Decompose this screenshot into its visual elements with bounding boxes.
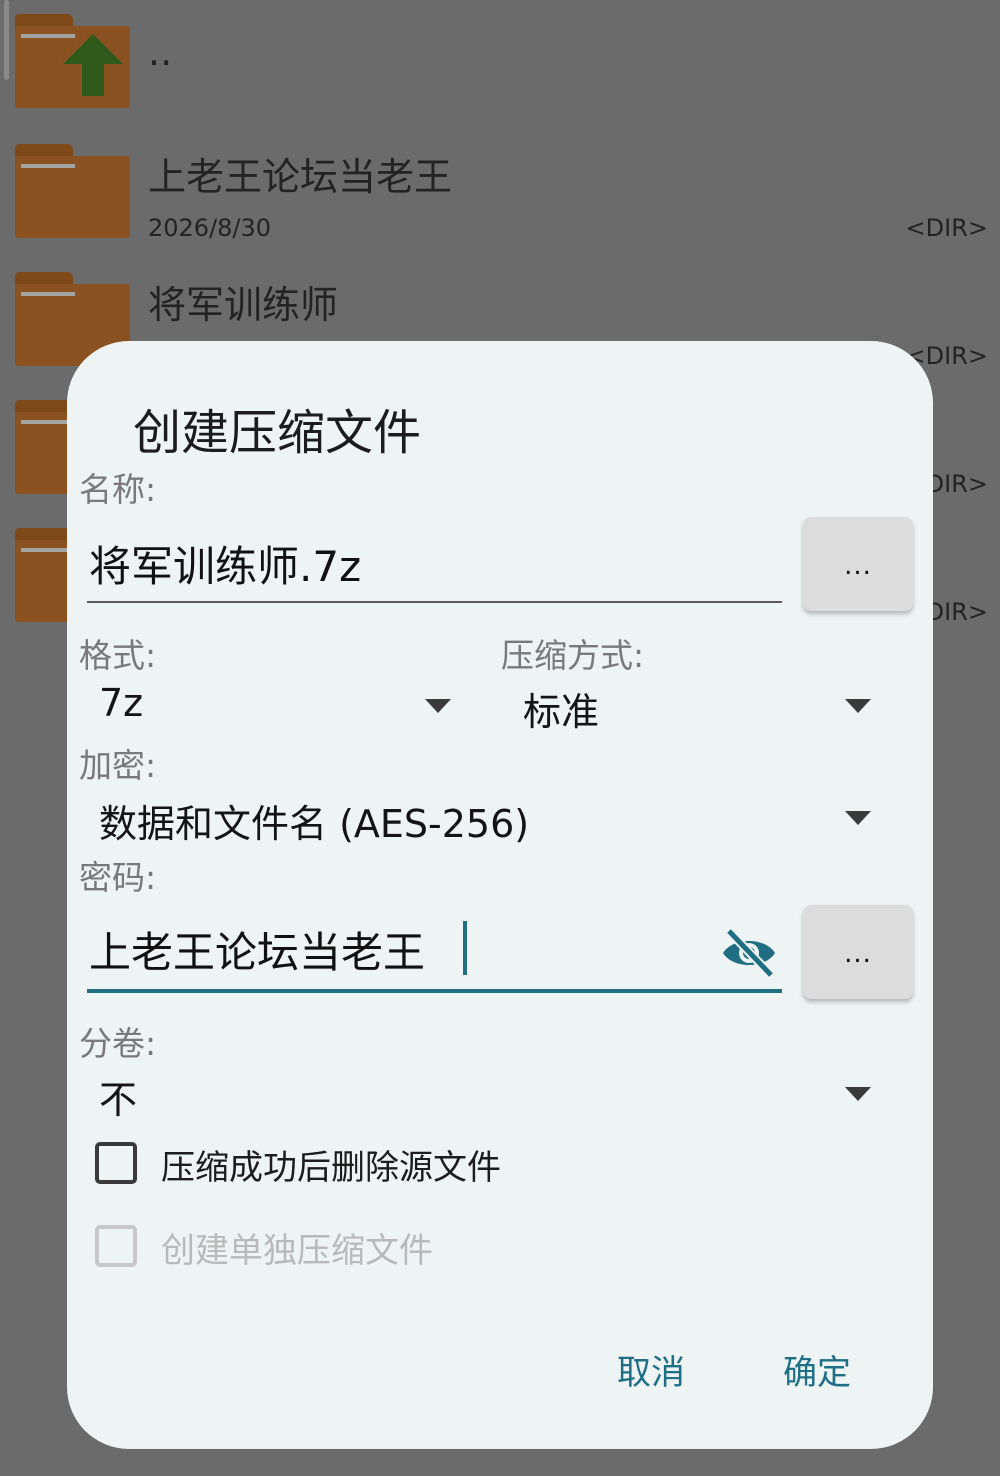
separate-archive-label: 创建单独压缩文件 — [161, 1231, 433, 1271]
dialog-title: 创建压缩文件 — [133, 405, 422, 461]
create-archive-dialog: 创建压缩文件 名称: ... 格式: 7z 压缩方式: 标准 加密: 数据和文件… — [67, 341, 933, 1449]
delete-source-checkbox[interactable] — [95, 1142, 137, 1184]
eye-off-icon[interactable] — [719, 927, 779, 979]
file-date: 2026/8/30 — [148, 214, 272, 242]
password-label: 密码: — [79, 858, 157, 897]
password-field[interactable] — [87, 913, 782, 993]
separate-archive-option: 创建单独压缩文件 — [95, 1225, 555, 1275]
split-volume-select[interactable]: 不 — [99, 1069, 879, 1129]
password-options-button[interactable]: ... — [803, 905, 913, 999]
compression-method-label: 压缩方式: — [501, 636, 645, 675]
browse-name-button[interactable]: ... — [803, 517, 913, 611]
chevron-down-icon — [845, 811, 871, 825]
format-value: 7z — [99, 681, 144, 725]
delete-source-option[interactable]: 压缩成功后删除源文件 — [95, 1142, 595, 1192]
encryption-label: 加密: — [79, 746, 157, 785]
more-label: ... — [844, 551, 872, 581]
name-label: 名称: — [79, 470, 157, 509]
more-label: ... — [844, 939, 872, 969]
file-name: .. — [148, 30, 173, 74]
archive-name-field[interactable] — [87, 527, 782, 603]
folder-up-icon — [15, 14, 130, 110]
folder-icon — [15, 144, 130, 240]
file-type: DIR> — [925, 470, 988, 498]
separate-archive-checkbox — [95, 1225, 137, 1267]
encryption-select[interactable]: 数据和文件名 (AES-256) — [99, 793, 879, 853]
parent-directory-row[interactable]: .. — [0, 0, 1000, 128]
chevron-down-icon — [845, 1087, 871, 1101]
split-volume-value: 不 — [99, 1078, 138, 1122]
compression-method-value: 标准 — [523, 690, 600, 734]
file-name: 上老王论坛当老王 — [148, 155, 453, 199]
archive-name-input[interactable] — [89, 535, 709, 591]
chevron-down-icon — [425, 699, 451, 713]
file-type: <DIR> — [905, 214, 988, 242]
ok-button[interactable]: 确定 — [783, 1345, 851, 1394]
format-label: 格式: — [79, 636, 157, 675]
compression-method-select[interactable]: 标准 — [523, 681, 883, 741]
delete-source-label: 压缩成功后删除源文件 — [161, 1148, 501, 1188]
encryption-value: 数据和文件名 (AES-256) — [99, 802, 530, 846]
file-row[interactable]: 上老王论坛当老王 2026/8/30 <DIR> — [0, 128, 1000, 256]
password-input[interactable] — [89, 921, 649, 977]
text-cursor — [463, 921, 467, 975]
split-label: 分卷: — [79, 1024, 157, 1063]
format-select[interactable]: 7z — [99, 681, 459, 741]
cancel-button[interactable]: 取消 — [617, 1345, 685, 1394]
file-name: 将军训练师 — [148, 283, 339, 327]
chevron-down-icon — [845, 699, 871, 713]
file-type: DIR> — [925, 598, 988, 626]
